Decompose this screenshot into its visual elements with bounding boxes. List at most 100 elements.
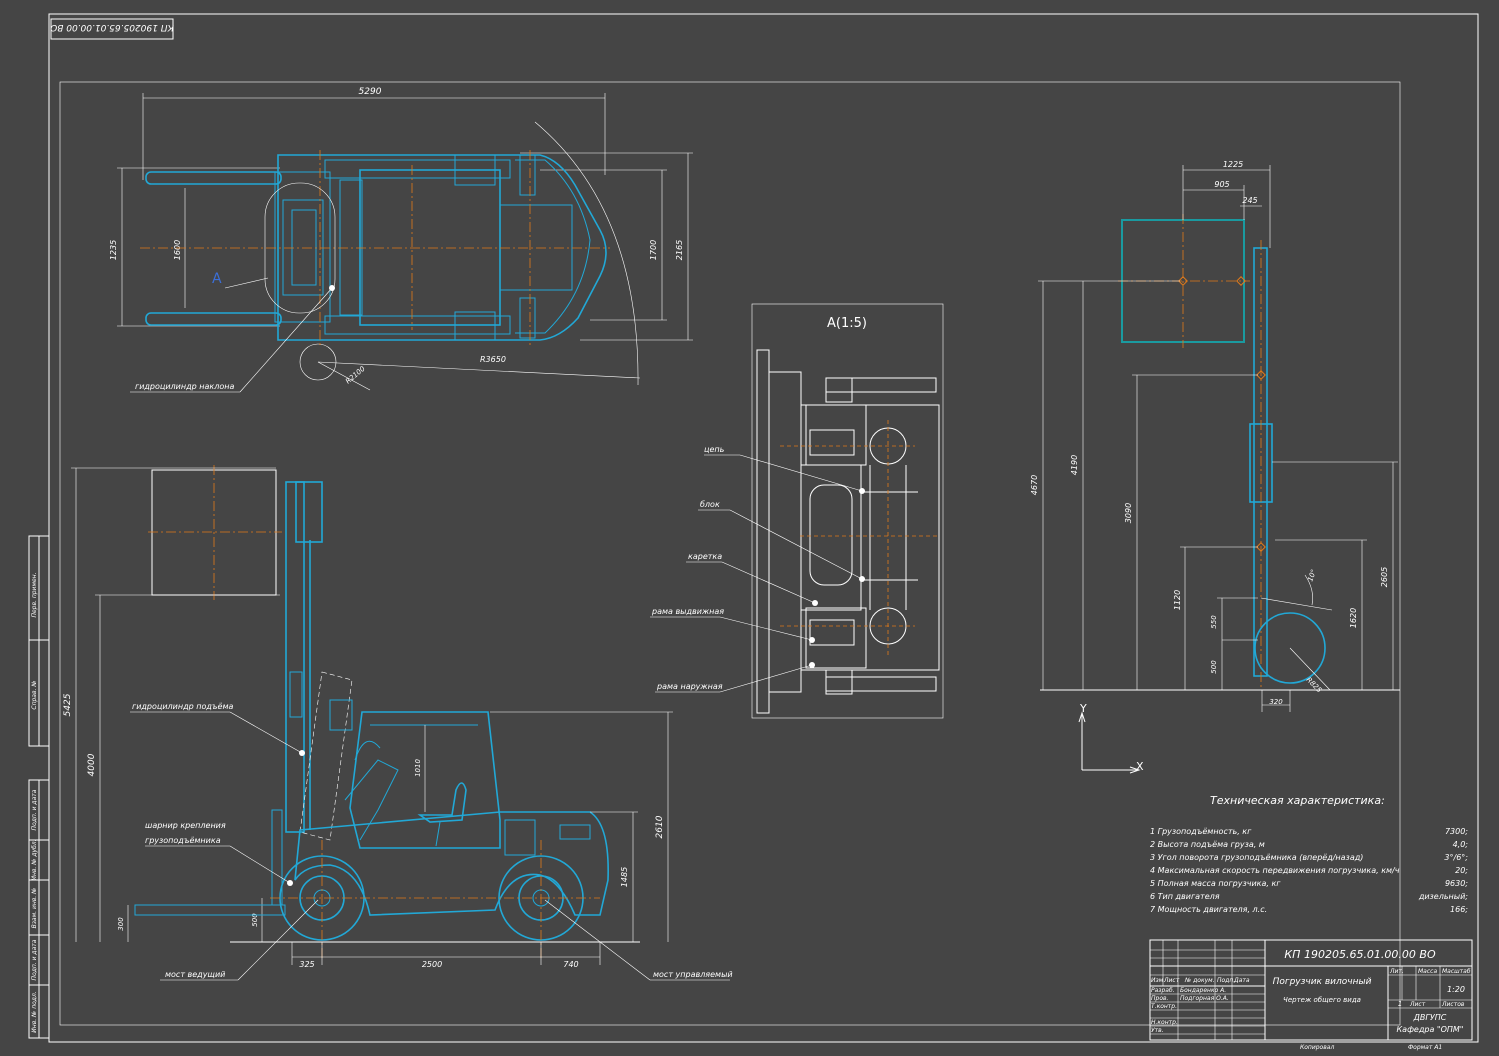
strip-sign-date-1: Подп. и дата (31, 789, 38, 830)
strip-dup-inv: Инв. № дубл. (31, 839, 38, 880)
specs-row-7-label: 7 Мощность двигателя, л.с. (1150, 905, 1267, 914)
strip-first-use: Перв. примен. (31, 572, 38, 617)
tb-scale-head: Масштаб (1442, 968, 1471, 975)
drawing-canvas: КП 190205.65.01.00.00 ВО Перв. примен. С… (28, 13, 1479, 1051)
specs-row-1-label: 1 Грузоподъёмность, кг (1150, 827, 1252, 836)
specs-row-2-label: 2 Высота подъёма груза, м (1150, 840, 1265, 849)
specs-row-6-value: дизельный; (1418, 892, 1468, 901)
strip-sign-date-2: Подп. и дата (31, 939, 38, 980)
dim-top-2165: 2165 (675, 240, 684, 260)
detail-label-inner-frame: рама выдвижная (651, 607, 724, 616)
label-tilt-cylinder: гидроцилиндр наклона (135, 382, 234, 391)
tb-col-izm: Изм (1151, 977, 1164, 984)
specs-row-5-label: 5 Полная масса погрузчика, кг (1150, 879, 1281, 888)
tb-col-list: Лист (1163, 977, 1180, 984)
detail-view-a: A(1:5) цепь блок каретка рама выдвижная … (650, 303, 944, 719)
dim-top-1700: 1700 (649, 240, 658, 260)
dim-right-550: 550 (1210, 615, 1218, 629)
specs-title: Техническая характеристика: (1210, 794, 1385, 807)
dim-side-1485: 1485 (620, 867, 629, 887)
specs-row-6-label: 6 Тип двигателя (1150, 892, 1220, 901)
tb-copied: Копировал (1300, 1044, 1334, 1051)
detail-label-carriage: каретка (688, 552, 722, 561)
tb-role-tcontrol: Т.контр. (1151, 1003, 1177, 1010)
tb-role-ncontrol: Н.контр. (1151, 1019, 1178, 1026)
specs-row-3-label: 3 Угол поворота грузоподъёмника (вперёд/… (1150, 853, 1363, 862)
tb-org2: Кафедра "ОПМ" (1397, 1025, 1464, 1034)
specs-row-3-value: 3°/6°; (1444, 853, 1468, 862)
dim-right-905: 905 (1214, 180, 1229, 189)
label-hinge-1: шарнир крепления (145, 821, 226, 830)
dim-right-4670: 4670 (1030, 475, 1039, 495)
dim-top-r3650: R3650 (480, 355, 506, 364)
dim-top-length: 5290 (359, 87, 382, 97)
specs-row-1-value: 7300; (1445, 827, 1468, 836)
stamp-code-box: КП 190205.65.01.00.00 ВО (50, 18, 174, 40)
detail-label-outer-frame: рама наружная (656, 682, 723, 691)
strip-repl-inv: Взам. инв. № (31, 888, 38, 929)
dim-right-500: 500 (1210, 660, 1218, 674)
dim-side-5425: 5425 (63, 693, 73, 716)
tb-name: Погрузчик вилочный (1273, 977, 1372, 987)
dim-side-1010: 1010 (414, 759, 422, 777)
side-view: 5425 4000 300 500 2610 1485 1010 325 250… (63, 465, 733, 981)
dim-side-2500: 2500 (422, 960, 442, 969)
label-drive-axle: мост ведущий (165, 970, 225, 979)
dim-right-angle: 10° (1306, 568, 1318, 582)
dim-right-4190: 4190 (1070, 455, 1079, 475)
stamp-code-text: КП 190205.65.01.00.00 ВО (50, 22, 174, 32)
dim-right-3090: 3090 (1124, 503, 1133, 523)
right-view: R825 10° 1225 905 245 4670 4190 3090 112… (1030, 160, 1400, 712)
dim-right-2605: 2605 (1380, 567, 1389, 587)
top-view: 5290 1235 1600 1700 2165 R3650 R2100 A г… (109, 87, 693, 393)
dim-side-325: 325 (299, 960, 314, 969)
tb-role-developer: Разраб. (1151, 987, 1175, 994)
dim-right-r825: R825 (1305, 676, 1324, 695)
axis-y-label: Y (1079, 702, 1087, 715)
dim-top-1235: 1235 (109, 240, 118, 260)
tb-subname: Чертеж общего вида (1283, 996, 1361, 1004)
specs-row-4-label: 4 Максимальная скорость передвижения пог… (1150, 866, 1400, 875)
dim-top-1600: 1600 (173, 240, 182, 260)
dim-side-740: 740 (563, 960, 578, 969)
dim-side-2610: 2610 (655, 815, 665, 838)
strip-orig-inv: Инв. № подл. (31, 991, 38, 1032)
view-a-marker: A (212, 271, 222, 287)
coordinate-axes: Y X (1078, 702, 1144, 774)
specs-row-7-value: 166; (1450, 905, 1468, 914)
tb-code: КП 190205.65.01.00.00 ВО (1284, 948, 1436, 961)
detail-label-chain: цепь (704, 445, 725, 454)
specs-row-2-value: 4,0; (1453, 840, 1469, 849)
dim-right-1620: 1620 (1349, 608, 1358, 628)
detail-label-block: блок (700, 500, 720, 509)
dim-side-300: 300 (117, 917, 125, 931)
tb-org1: ДВГУПС (1413, 1013, 1447, 1022)
side-strip: Перв. примен. Справ. № Подп. и дата Инв.… (28, 535, 50, 1039)
tb-scale: 1:20 (1447, 985, 1465, 994)
strip-ref-no: Справ. № (31, 680, 38, 709)
specs-block: Техническая характеристика: 1 Грузоподъё… (1150, 794, 1468, 914)
dim-right-1120: 1120 (1173, 590, 1182, 610)
tb-sheet-head: Лист (1409, 1001, 1426, 1008)
tb-lit: Лит. (1389, 968, 1404, 975)
dim-right-245: 245 (1242, 196, 1257, 205)
specs-row-4-value: 20; (1455, 866, 1468, 875)
tb-col-sign: Подп. (1217, 977, 1235, 984)
tb-col-doc: № докум. (1184, 977, 1215, 984)
label-hinge-2: грузоподъёмника (145, 836, 221, 845)
title-block: КП 190205.65.01.00.00 ВО Погрузчик вилоч… (1149, 939, 1473, 1051)
tb-col-date: Дата (1233, 977, 1250, 984)
tb-role-approved: Утв. (1151, 1027, 1164, 1034)
dim-side-4000: 4000 (87, 753, 97, 776)
dim-right-1225: 1225 (1223, 160, 1243, 169)
axis-x-label: X (1136, 760, 1144, 773)
tb-name-developer: Бондаренко А. (1180, 987, 1226, 994)
tb-sheet: 1 (1398, 1000, 1402, 1008)
dim-right-320: 320 (1269, 698, 1283, 706)
tb-name-checker: Подгорная О.А. (1180, 995, 1229, 1002)
specs-row-5-value: 9630; (1445, 879, 1468, 888)
label-steer-axle: мост управляемый (653, 970, 733, 979)
detail-title: A(1:5) (827, 316, 867, 331)
label-lift-cylinder: гидроцилиндр подъёма (132, 702, 234, 711)
tb-mass: Масса (1418, 968, 1437, 975)
